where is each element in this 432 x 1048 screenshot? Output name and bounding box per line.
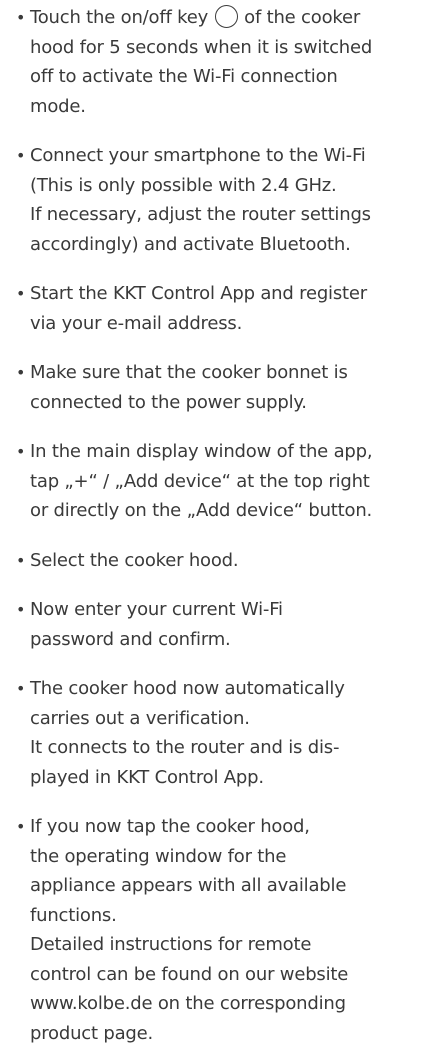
step-line: accordingly) and activate Bluetooth. [30, 230, 420, 260]
step-line: or directly on the „Add device“ button. [30, 496, 420, 526]
step-add-device: • In the main display window of the app,… [12, 437, 420, 526]
step-line: functions. [30, 901, 420, 931]
step-check-power: • Make sure that the cooker bonnet is co… [12, 358, 420, 417]
step-line: Detailed instructions for remote [30, 930, 420, 960]
step-line: Touch the on/off key of the cooker [30, 3, 420, 33]
step-line: Connect your smartphone to the Wi-Fi [30, 141, 420, 171]
step-verification: • The cooker hood now automatically carr… [12, 674, 420, 792]
bullet-icon: • [16, 812, 25, 842]
step-line: Select the cooker hood. [30, 546, 420, 576]
bullet-icon: • [16, 3, 25, 33]
step-line-text: of the cooker [244, 7, 360, 28]
bullet-icon: • [16, 674, 25, 704]
step-line: Now enter your current Wi-Fi [30, 595, 420, 625]
step-line: tap „+“ / „Add device“ at the top right [30, 467, 420, 497]
setup-steps-list: • Touch the on/off key of the cooker hoo… [12, 3, 420, 1048]
step-start-app: • Start the KKT Control App and register… [12, 279, 420, 338]
step-line: If necessary, adjust the router settings [30, 200, 420, 230]
step-line: appliance appears with all available [30, 871, 420, 901]
step-line: In the main display window of the app, [30, 437, 420, 467]
instruction-document: • Touch the on/off key of the cooker hoo… [0, 0, 432, 986]
step-line: The cooker hood now automatically [30, 674, 420, 704]
step-line: If you now tap the cooker hood, [30, 812, 420, 842]
bullet-icon: • [16, 595, 25, 625]
step-line: Make sure that the cooker bonnet is [30, 358, 420, 388]
step-line: Start the KKT Control App and register [30, 279, 420, 309]
step-line: hood for 5 seconds when it is switched [30, 33, 420, 63]
bullet-icon: • [16, 546, 25, 576]
step-line: played in KKT Control App. [30, 763, 420, 793]
step-connect-smartphone: • Connect your smartphone to the Wi-Fi (… [12, 141, 420, 259]
step-line: product page. [30, 1019, 420, 1048]
step-line: (This is only possible with 2.4 GHz. [30, 171, 420, 201]
step-line: www.kolbe.de on the corresponding [30, 989, 420, 1019]
step-line: the operating window for the [30, 842, 420, 872]
bullet-icon: • [16, 279, 25, 309]
step-line: via your e-mail address. [30, 309, 420, 339]
bullet-icon: • [16, 141, 25, 171]
step-line: carries out a verification. [30, 704, 420, 734]
step-enter-password: • Now enter your current Wi-Fi password … [12, 595, 420, 654]
step-line: off to activate the Wi-Fi connection [30, 62, 420, 92]
step-line: password and confirm. [30, 625, 420, 655]
step-activate-wifi-mode: • Touch the on/off key of the cooker hoo… [12, 3, 420, 121]
step-lead-text: Touch the on/off key [30, 7, 208, 28]
step-line: It connects to the router and is dis- [30, 733, 420, 763]
step-operating-window: • If you now tap the cooker hood, the op… [12, 812, 420, 1048]
step-line: control can be found on our website [30, 960, 420, 990]
step-line: mode. [30, 92, 420, 122]
step-select-hood: • Select the cooker hood. [12, 546, 420, 576]
power-key-icon [215, 5, 238, 28]
bullet-icon: • [16, 358, 25, 388]
bullet-icon: • [16, 437, 25, 467]
step-line: connected to the power supply. [30, 388, 420, 418]
